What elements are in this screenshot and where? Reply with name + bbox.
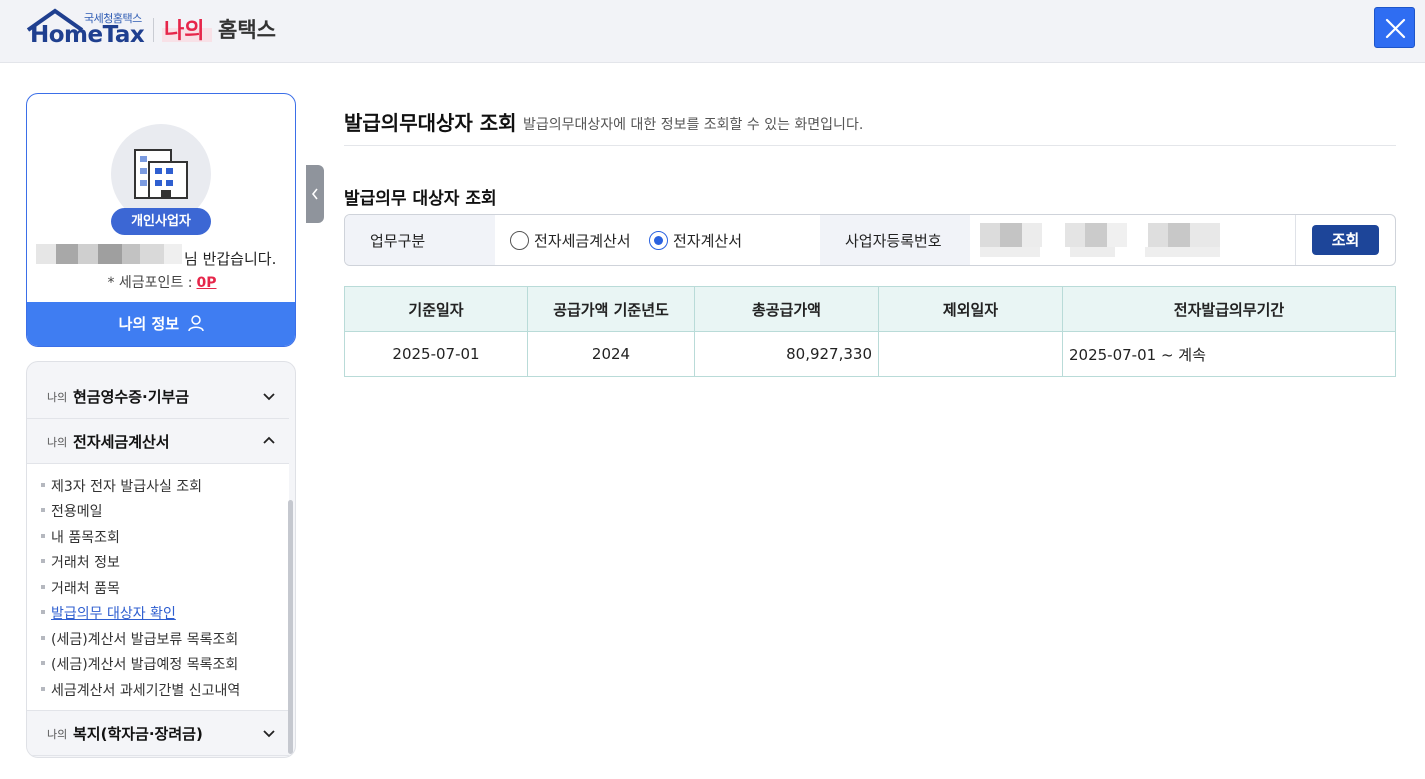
menu-section-e-tax-invoice[interactable]: 나의 전자세금계산서 bbox=[27, 419, 289, 464]
radio-e-invoice[interactable] bbox=[649, 231, 668, 250]
side-menu: 나의 현금영수증·기부금 나의 전자세금계산서 제3자 전자 발급사실 조회 전… bbox=[26, 361, 296, 758]
section-title: 발급의무 대상자 조회 bbox=[344, 189, 497, 209]
header-divider bbox=[153, 18, 154, 42]
table-row: 2025-07-01 2024 80,927,330 2025-07-01 ~ … bbox=[344, 331, 1396, 377]
menu-section-prefix: 나의 bbox=[47, 436, 68, 449]
table-cell bbox=[878, 331, 1063, 377]
submenu-item[interactable]: (세금)계산서 발급보류 목록조회 bbox=[41, 629, 238, 649]
radio-e-invoice-label[interactable]: 전자계산서 bbox=[673, 230, 742, 251]
biz-reg-number-label: 사업자등록번호 bbox=[845, 232, 942, 250]
table-cell: 2025-07-01 bbox=[344, 331, 528, 377]
header-my-label: 나의 bbox=[164, 19, 205, 44]
logo-brand-text: HomeTax bbox=[30, 22, 145, 48]
search-form: 업무구분 전자세금계산서 전자계산서 사업자등록번호 조회 bbox=[344, 214, 1396, 266]
menu-scrollbar[interactable] bbox=[288, 500, 293, 754]
menu-section-welfare[interactable]: 나의 복지(학자금·장려금) bbox=[27, 711, 289, 756]
points-value[interactable]: 0P bbox=[197, 275, 217, 291]
column-header: 제외일자 bbox=[878, 286, 1063, 332]
menu-section-prefix: 나의 bbox=[47, 391, 68, 404]
menu-section-cash-receipt[interactable]: 나의 현금영수증·기부금 bbox=[27, 374, 289, 419]
menu-section-title: 전자세금계산서 bbox=[73, 433, 170, 451]
submenu-item-active[interactable]: 발급의무 대상자 확인 bbox=[41, 603, 176, 623]
submenu-item[interactable]: 거래처 품목 bbox=[41, 578, 120, 598]
tax-points: * 세금포인트 :0P bbox=[27, 272, 295, 292]
chevron-down-icon bbox=[263, 730, 275, 738]
column-header: 전자발급의무기간 bbox=[1062, 286, 1396, 332]
sidebar-collapse-toggle[interactable] bbox=[306, 165, 324, 223]
title-divider bbox=[344, 145, 1396, 146]
column-header: 총공급가액 bbox=[694, 286, 879, 332]
table-cell: 2025-07-01 ~ 계속 bbox=[1062, 331, 1396, 377]
masked-biz-reg-number bbox=[980, 223, 1225, 257]
search-divider bbox=[1295, 215, 1296, 265]
header-home-label: 홈택스 bbox=[218, 18, 276, 42]
menu-section-title: 복지(학자금·장려금) bbox=[73, 725, 203, 743]
page-title: 발급의무대상자 조회 bbox=[344, 111, 517, 135]
result-table: 기준일자 공급가액 기준년도 총공급가액 제외일자 전자발급의무기간 2025-… bbox=[344, 286, 1396, 377]
business-type-label-cell: 업무구분 bbox=[345, 215, 495, 265]
menu-section-prefix: 나의 bbox=[47, 728, 68, 741]
close-button[interactable] bbox=[1374, 7, 1415, 48]
column-header: 기준일자 bbox=[344, 286, 528, 332]
business-type-label: 업무구분 bbox=[370, 232, 426, 250]
table-cell: 2024 bbox=[527, 331, 695, 377]
column-header: 공급가액 기준년도 bbox=[527, 286, 695, 332]
radio-e-tax-invoice[interactable] bbox=[510, 231, 529, 250]
submenu-item[interactable]: 세금계산서 과세기간별 신고내역 bbox=[41, 680, 240, 700]
top-header: 국세청홈택스 HomeTax 나의 홈택스 bbox=[0, 0, 1425, 63]
biz-reg-number-label-cell: 사업자등록번호 bbox=[820, 215, 970, 265]
user-icon bbox=[188, 315, 205, 332]
chevron-left-icon bbox=[311, 188, 318, 200]
profile-card: 개인사업자 님 반갑습니다. * 세금포인트 :0P 나의 정보 bbox=[26, 93, 296, 347]
e-tax-invoice-submenu: 제3자 전자 발급사실 조회 전용메일 내 품목조회 거래처 정보 거래처 품목… bbox=[27, 464, 289, 711]
radio-e-tax-invoice-label[interactable]: 전자세금계산서 bbox=[534, 230, 631, 251]
table-header-row: 기준일자 공급가액 기준년도 총공급가액 제외일자 전자발급의무기간 bbox=[344, 286, 1396, 332]
page-description: 발급의무대상자에 대한 정보를 조회할 수 있는 화면입니다. bbox=[523, 117, 864, 133]
user-type-badge: 개인사업자 bbox=[111, 208, 211, 235]
my-info-label: 나의 정보 bbox=[118, 315, 180, 333]
hometax-logo[interactable]: 국세청홈택스 HomeTax bbox=[26, 8, 146, 48]
submenu-item[interactable]: 내 품목조회 bbox=[41, 527, 120, 547]
submenu-item[interactable]: 전용메일 bbox=[41, 501, 103, 521]
masked-user-name bbox=[36, 244, 182, 264]
greeting-text: 님 반갑습니다. bbox=[184, 250, 277, 268]
chevron-up-icon bbox=[263, 436, 275, 444]
points-label: * 세금포인트 : bbox=[107, 275, 193, 291]
search-button[interactable]: 조회 bbox=[1312, 225, 1379, 255]
submenu-item[interactable]: 제3자 전자 발급사실 조회 bbox=[41, 476, 202, 496]
submenu-item[interactable]: (세금)계산서 발급예정 목록조회 bbox=[41, 654, 238, 674]
close-icon bbox=[1385, 18, 1406, 39]
menu-section-title: 현금영수증·기부금 bbox=[73, 388, 190, 406]
submenu-item[interactable]: 거래처 정보 bbox=[41, 552, 120, 572]
my-info-button[interactable]: 나의 정보 bbox=[27, 302, 295, 346]
table-cell: 80,927,330 bbox=[694, 331, 879, 377]
chevron-down-icon bbox=[263, 393, 275, 401]
